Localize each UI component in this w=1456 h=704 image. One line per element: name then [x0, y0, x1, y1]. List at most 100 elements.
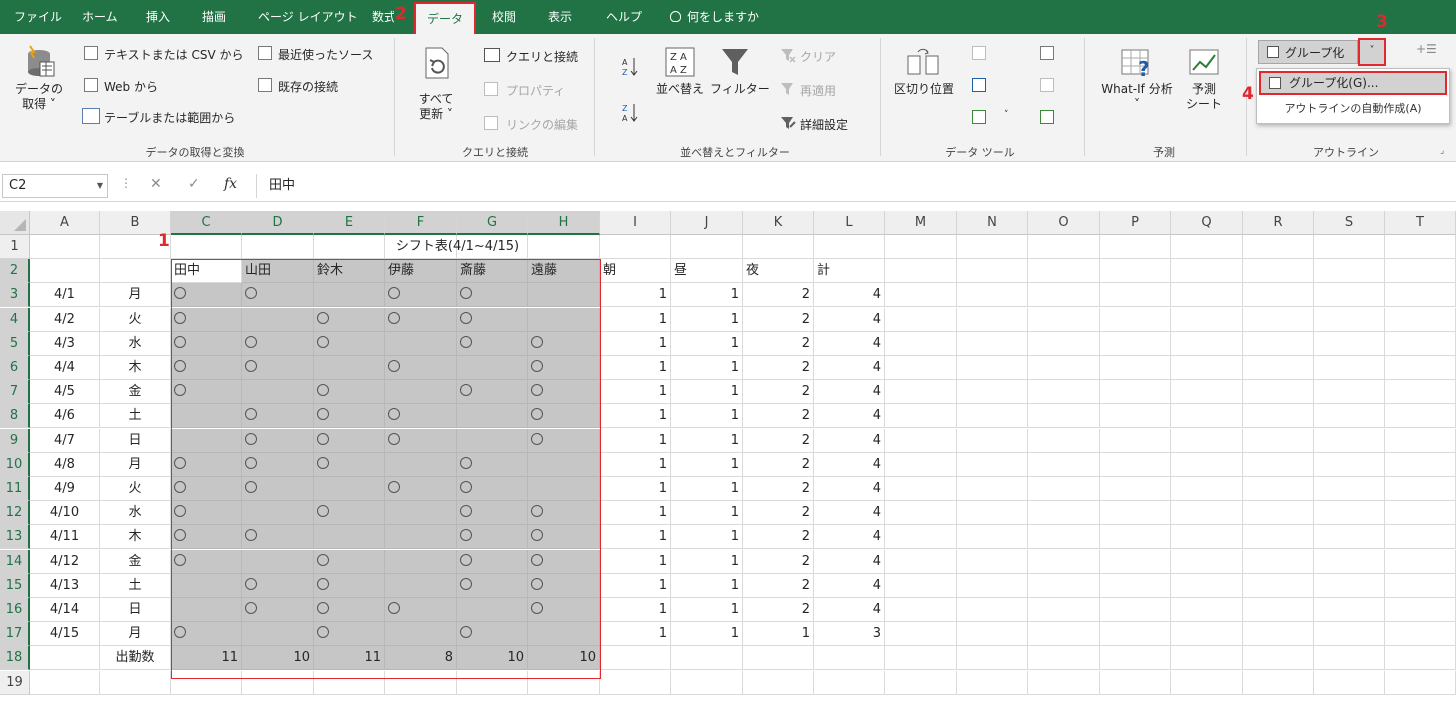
- cell[interactable]: [957, 501, 1028, 526]
- cell[interactable]: [885, 549, 957, 574]
- count-cell[interactable]: 2: [743, 525, 814, 550]
- cell[interactable]: [1100, 501, 1171, 526]
- date-cell[interactable]: 4/4: [30, 356, 100, 380]
- cell[interactable]: [1028, 356, 1100, 380]
- cell[interactable]: [1314, 646, 1385, 671]
- tab-formulas[interactable]: 数式: [372, 0, 394, 34]
- shift-mark-cell[interactable]: [528, 525, 600, 550]
- advanced-button[interactable]: 詳細設定: [800, 116, 848, 133]
- count-cell[interactable]: 1: [671, 283, 743, 308]
- count-cell[interactable]: 4: [814, 452, 885, 477]
- text-to-columns-button[interactable]: 区切り位置: [892, 82, 956, 97]
- forecast-sheet-button[interactable]: 予測 シート: [1180, 82, 1228, 112]
- cell[interactable]: [957, 428, 1028, 453]
- cell[interactable]: [1171, 525, 1243, 550]
- cell[interactable]: [1385, 598, 1456, 622]
- cell[interactable]: [957, 573, 1028, 598]
- cell[interactable]: [30, 259, 100, 284]
- cell[interactable]: [1028, 501, 1100, 526]
- cell[interactable]: [957, 477, 1028, 501]
- header-cell[interactable]: 夜: [743, 259, 814, 284]
- shift-empty-cell[interactable]: [385, 622, 457, 647]
- get-data-button[interactable]: データの 取得 ˅: [10, 82, 68, 112]
- shift-mark-cell[interactable]: [528, 404, 600, 429]
- tab-review[interactable]: 校閲: [492, 0, 516, 34]
- clear-button[interactable]: クリア: [800, 48, 836, 65]
- cell[interactable]: [1028, 549, 1100, 574]
- cell[interactable]: [1028, 428, 1100, 453]
- column-header-R[interactable]: R: [1243, 211, 1314, 235]
- count-cell[interactable]: 1: [600, 307, 671, 332]
- cell[interactable]: [1314, 259, 1385, 284]
- cell[interactable]: [1243, 525, 1314, 550]
- count-cell[interactable]: 2: [743, 331, 814, 356]
- cell[interactable]: [1100, 573, 1171, 598]
- date-cell[interactable]: 4/15: [30, 622, 100, 647]
- date-cell[interactable]: 4/9: [30, 477, 100, 501]
- cell[interactable]: [242, 670, 314, 695]
- cell[interactable]: [1243, 259, 1314, 284]
- column-header-K[interactable]: K: [743, 211, 814, 235]
- shift-mark-cell[interactable]: [171, 331, 242, 356]
- row-header-11[interactable]: 11: [0, 477, 30, 501]
- count-cell[interactable]: 1: [600, 573, 671, 598]
- row-header-14[interactable]: 14: [0, 549, 30, 574]
- cell[interactable]: [1100, 525, 1171, 550]
- row-header-19[interactable]: 19: [0, 670, 30, 695]
- shift-mark-cell[interactable]: [457, 622, 528, 647]
- shift-mark-cell[interactable]: [171, 307, 242, 332]
- date-cell[interactable]: 4/7: [30, 428, 100, 453]
- cell[interactable]: [1028, 307, 1100, 332]
- attendance-count-cell[interactable]: 10: [457, 646, 528, 671]
- cell[interactable]: [885, 307, 957, 332]
- header-cell[interactable]: 山田: [242, 259, 314, 284]
- shift-empty-cell[interactable]: [457, 404, 528, 429]
- column-header-O[interactable]: O: [1028, 211, 1100, 235]
- count-cell[interactable]: 4: [814, 404, 885, 429]
- cell[interactable]: [957, 670, 1028, 695]
- cell[interactable]: [885, 525, 957, 550]
- shift-mark-cell[interactable]: [457, 331, 528, 356]
- cell[interactable]: [1385, 452, 1456, 477]
- cell[interactable]: [957, 235, 1028, 259]
- attendance-count-cell[interactable]: 10: [528, 646, 600, 671]
- count-cell[interactable]: 1: [600, 380, 671, 405]
- count-cell[interactable]: 2: [743, 428, 814, 453]
- count-cell[interactable]: 1: [600, 356, 671, 380]
- shift-mark-cell[interactable]: [171, 380, 242, 405]
- count-cell[interactable]: 2: [743, 404, 814, 429]
- count-cell[interactable]: 2: [743, 283, 814, 308]
- cell[interactable]: [1100, 235, 1171, 259]
- shift-mark-cell[interactable]: [528, 428, 600, 453]
- cell[interactable]: [1100, 477, 1171, 501]
- count-cell[interactable]: 4: [814, 380, 885, 405]
- cell[interactable]: [1314, 380, 1385, 405]
- cell[interactable]: [171, 670, 242, 695]
- tab-help[interactable]: ヘルプ: [606, 0, 642, 34]
- cell[interactable]: [100, 259, 171, 284]
- attendance-count-cell[interactable]: 11: [314, 646, 385, 671]
- shift-empty-cell[interactable]: [457, 428, 528, 453]
- cell[interactable]: [885, 452, 957, 477]
- cell[interactable]: [1028, 283, 1100, 308]
- shift-mark-cell[interactable]: [314, 573, 385, 598]
- cell[interactable]: [1314, 477, 1385, 501]
- cell[interactable]: [814, 646, 885, 671]
- date-cell[interactable]: 4/3: [30, 331, 100, 356]
- menu-item-group[interactable]: グループ化(G)...: [1259, 71, 1447, 95]
- cell[interactable]: [1243, 404, 1314, 429]
- cell[interactable]: [885, 622, 957, 647]
- edit-links-button[interactable]: リンクの編集: [506, 116, 578, 133]
- count-cell[interactable]: 2: [743, 477, 814, 501]
- weekday-cell[interactable]: 日: [100, 598, 171, 622]
- column-header-J[interactable]: J: [671, 211, 743, 235]
- cell[interactable]: [885, 331, 957, 356]
- count-cell[interactable]: 1: [600, 622, 671, 647]
- shift-empty-cell[interactable]: [385, 452, 457, 477]
- count-cell[interactable]: 1: [671, 428, 743, 453]
- shift-empty-cell[interactable]: [385, 525, 457, 550]
- shift-mark-cell[interactable]: [242, 428, 314, 453]
- date-cell[interactable]: 4/11: [30, 525, 100, 550]
- shift-empty-cell[interactable]: [457, 598, 528, 622]
- cell[interactable]: [1171, 670, 1243, 695]
